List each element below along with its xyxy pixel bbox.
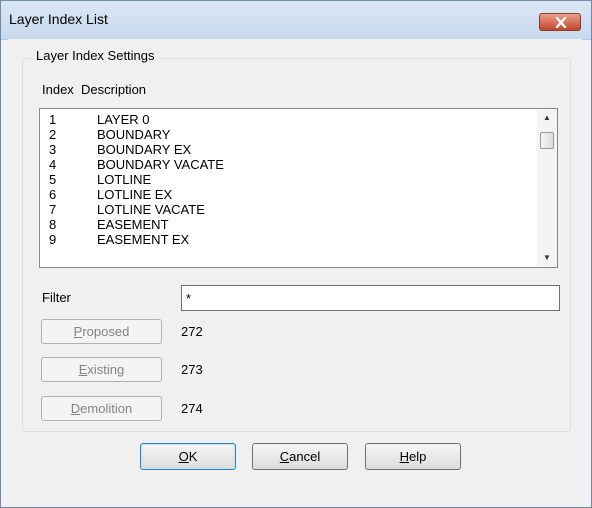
- list-item-index: 9: [49, 232, 57, 247]
- list-item[interactable]: 8 EASEMENT: [40, 217, 536, 232]
- demolition-label-rest: emolition: [80, 401, 133, 416]
- window-title: Layer Index List: [9, 11, 108, 27]
- demolition-button[interactable]: Demolition: [41, 396, 162, 421]
- list-item-description: LOTLINE: [97, 172, 152, 187]
- help-label-rest: elp: [409, 449, 427, 464]
- help-button[interactable]: Help: [365, 443, 461, 470]
- list-item[interactable]: 6 LOTLINE EX: [40, 187, 536, 202]
- list-item-index: 6: [49, 187, 57, 202]
- filter-label: Filter: [42, 290, 71, 305]
- list-item-index: 2: [49, 127, 57, 142]
- list-item-description: LOTLINE EX: [97, 187, 173, 202]
- list-item[interactable]: 7 LOTLINE VACATE: [40, 202, 536, 217]
- proposed-value: 272: [181, 324, 203, 339]
- layer-list[interactable]: 1 LAYER 0 2 BOUNDARY 3 BOUNDARY EX 4 BOU…: [39, 108, 558, 268]
- ok-label-rest: K: [188, 449, 198, 464]
- list-item-index: 1: [49, 112, 57, 127]
- list-item-description: EASEMENT: [97, 217, 169, 232]
- group-legend: Layer Index Settings: [32, 48, 159, 63]
- list-item[interactable]: 3 BOUNDARY EX: [40, 142, 536, 157]
- cancel-button[interactable]: Cancel: [252, 443, 348, 470]
- list-item-description: LOTLINE VACATE: [97, 202, 205, 217]
- index-column-header: Index: [42, 82, 74, 97]
- list-item[interactable]: 4 BOUNDARY VACATE: [40, 157, 536, 172]
- list-item-index: 5: [49, 172, 57, 187]
- description-column-header: Description: [81, 82, 147, 97]
- list-item[interactable]: 2 BOUNDARY: [40, 127, 536, 142]
- list-item[interactable]: 1 LAYER 0: [40, 112, 536, 127]
- proposed-button[interactable]: Proposed: [41, 319, 162, 344]
- list-item[interactable]: 9 EASEMENT EX: [40, 232, 536, 247]
- demolition-accel: D: [70, 401, 81, 416]
- cancel-label-rest: ancel: [289, 449, 321, 464]
- demolition-value: 274: [181, 401, 203, 416]
- list-item-index: 7: [49, 202, 57, 217]
- ok-accel: O: [178, 449, 189, 464]
- help-accel: H: [399, 449, 410, 464]
- arrow-up-icon[interactable]: ▲: [537, 110, 557, 126]
- title-bar[interactable]: Layer Index List: [1, 1, 591, 40]
- list-item-description: EASEMENT EX: [97, 232, 190, 247]
- list-item[interactable]: 5 LOTLINE: [40, 172, 536, 187]
- list-item-index: 3: [49, 142, 57, 157]
- proposed-label-rest: roposed: [82, 324, 130, 339]
- cancel-accel: C: [279, 449, 290, 464]
- existing-button[interactable]: Existing: [41, 357, 162, 382]
- close-button[interactable]: [539, 13, 581, 31]
- filter-input[interactable]: [181, 285, 560, 311]
- close-icon: [555, 17, 567, 28]
- arrow-down-icon[interactable]: ▼: [537, 250, 557, 266]
- existing-label-rest: xisting: [87, 362, 125, 377]
- list-item-index: 8: [49, 217, 57, 232]
- list-item-index: 4: [49, 157, 57, 172]
- ok-button[interactable]: OK: [140, 443, 236, 470]
- list-item-description: LAYER 0: [97, 112, 150, 127]
- list-item-description: BOUNDARY: [97, 127, 171, 142]
- list-item-description: BOUNDARY VACATE: [97, 157, 224, 172]
- vertical-scrollbar[interactable]: ▲ ▼: [537, 109, 557, 267]
- existing-value: 273: [181, 362, 203, 377]
- list-item-description: BOUNDARY EX: [97, 142, 192, 157]
- scrollbar-thumb[interactable]: [540, 132, 554, 149]
